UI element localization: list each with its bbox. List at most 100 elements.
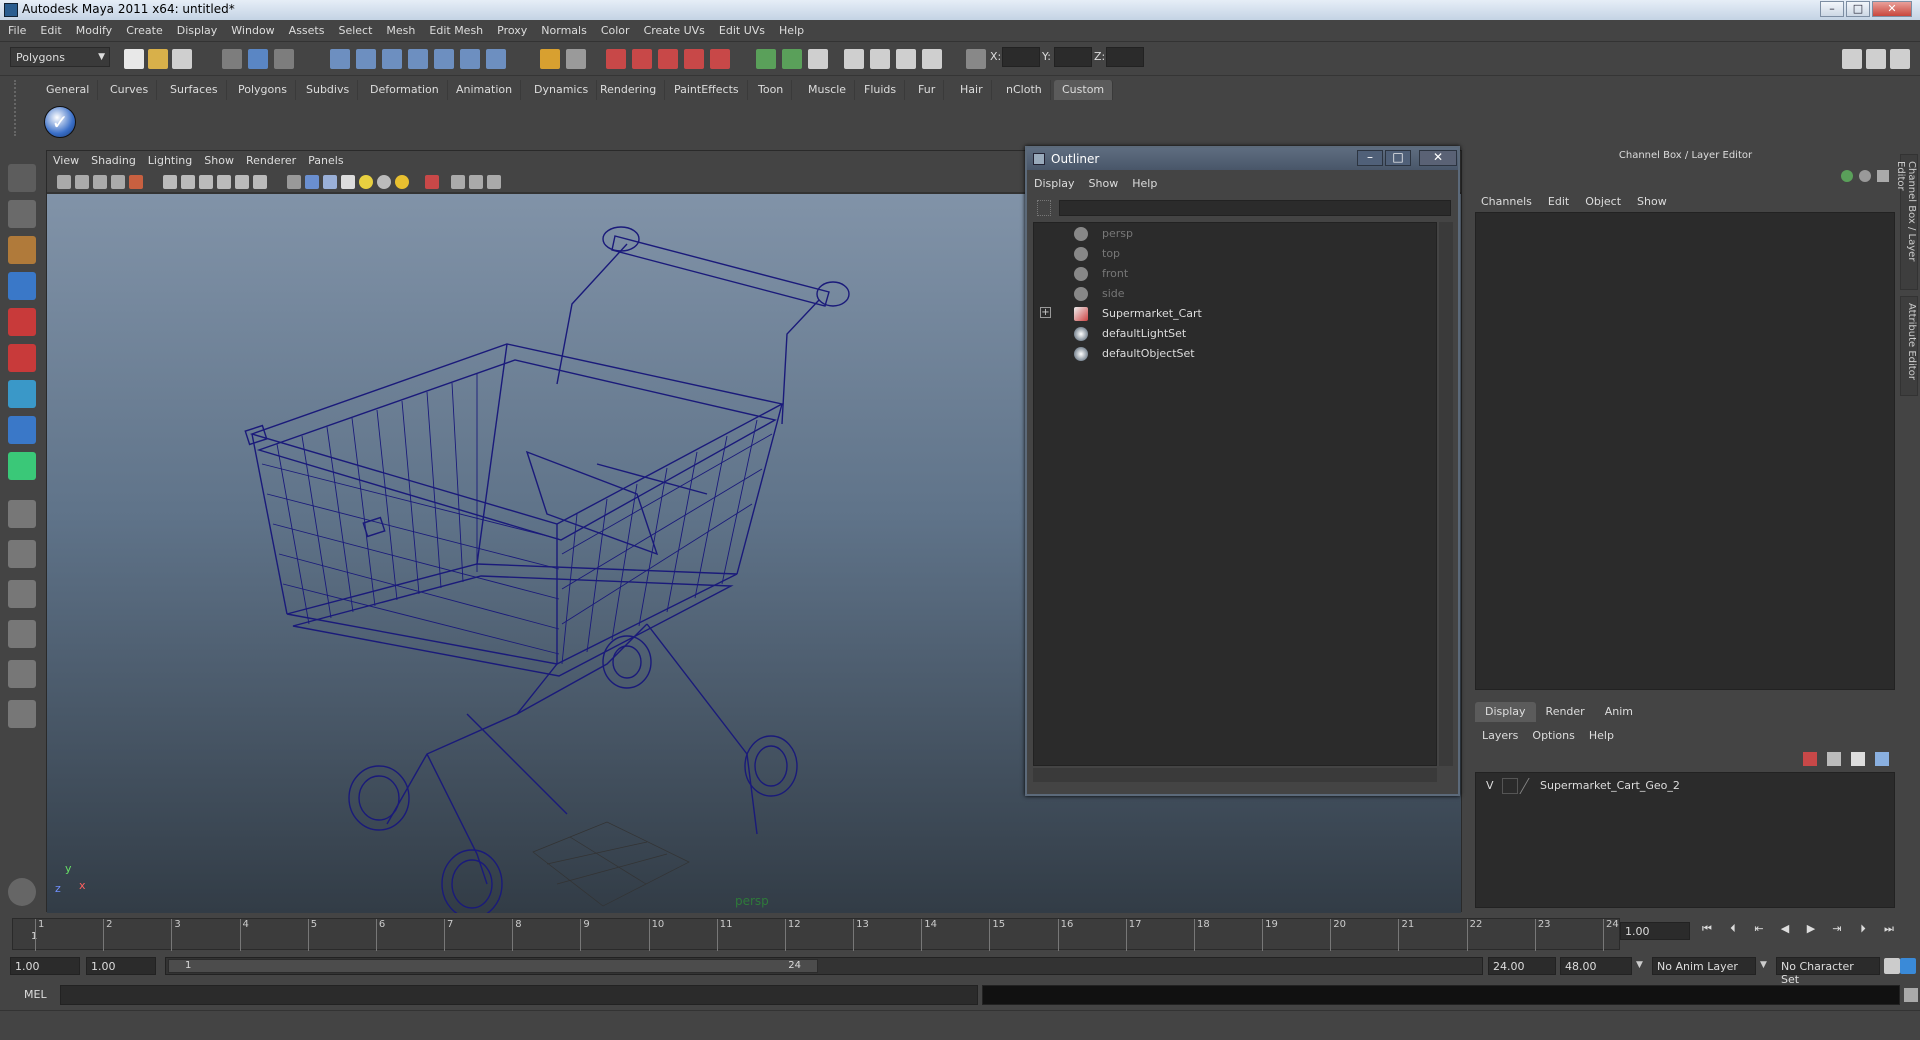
menu-help[interactable]: Help bbox=[772, 20, 811, 37]
shadows-icon[interactable] bbox=[395, 175, 409, 189]
layout-outliner-persp-icon[interactable] bbox=[8, 580, 36, 608]
make-live-icon[interactable] bbox=[434, 49, 454, 69]
command-language-label[interactable]: MEL bbox=[24, 988, 47, 1001]
xray-icon[interactable] bbox=[451, 175, 465, 189]
channel-box-area[interactable] bbox=[1475, 212, 1895, 690]
shelf-tab-muscle[interactable]: Muscle bbox=[800, 80, 856, 100]
cb-menu-object[interactable]: Object bbox=[1577, 192, 1629, 208]
outliner-filter-input[interactable] bbox=[1059, 200, 1451, 216]
menu-window[interactable]: Window bbox=[224, 20, 281, 37]
menu-select[interactable]: Select bbox=[331, 20, 379, 37]
side-tab-channel-box[interactable]: Channel Box / Layer Editor bbox=[1895, 154, 1918, 290]
outliner-vertical-scrollbar[interactable] bbox=[1439, 222, 1453, 766]
command-input[interactable] bbox=[60, 985, 978, 1005]
hypershade-icon[interactable] bbox=[684, 49, 704, 69]
step-forward-frame-icon[interactable]: ⏵ bbox=[1854, 922, 1872, 940]
textured-icon[interactable] bbox=[341, 175, 355, 189]
outliner-item-default-object-set[interactable]: defaultObjectSet bbox=[1074, 345, 1374, 363]
rotate-tool-icon[interactable] bbox=[8, 308, 36, 336]
outliner-item-side[interactable]: side bbox=[1074, 285, 1374, 303]
play-forwards-icon[interactable]: ▶ bbox=[1802, 922, 1820, 940]
channel-box-pin-icon[interactable] bbox=[1877, 170, 1889, 182]
shelf-tab-toon[interactable]: Toon bbox=[750, 80, 793, 100]
outliner-maximize-button[interactable]: □ bbox=[1385, 150, 1411, 166]
soft-mod-tool-icon[interactable] bbox=[8, 416, 36, 444]
xray-components-icon[interactable] bbox=[487, 175, 501, 189]
maximize-button[interactable]: □ bbox=[1846, 1, 1870, 17]
outliner-menu-show[interactable]: Show bbox=[1082, 174, 1126, 190]
channel-box-toggle-icon[interactable] bbox=[1841, 170, 1853, 182]
layer-template-toggle[interactable] bbox=[1502, 778, 1518, 794]
graph-editor-icon[interactable] bbox=[922, 49, 942, 69]
snap-curve-icon[interactable] bbox=[356, 49, 376, 69]
field-chart-icon[interactable] bbox=[217, 175, 231, 189]
vp-menu-renderer[interactable]: Renderer bbox=[240, 151, 302, 167]
menu-set-select[interactable]: Polygons ▼ bbox=[10, 47, 110, 67]
lock-icon[interactable] bbox=[540, 49, 560, 69]
shelf-tab-polygons[interactable]: Polygons bbox=[230, 80, 296, 100]
lasso-tool-icon[interactable] bbox=[8, 200, 36, 228]
outliner-titlebar[interactable]: Outliner – □ ✕ bbox=[1027, 148, 1458, 170]
shelf-tab-dynamics[interactable]: Dynamics bbox=[526, 80, 598, 100]
new-layer-selected-icon[interactable] bbox=[1803, 752, 1817, 766]
input-mode-icon[interactable] bbox=[782, 49, 802, 69]
chevron-down-icon[interactable]: ▼ bbox=[1636, 960, 1643, 970]
menu-proxy[interactable]: Proxy bbox=[490, 20, 534, 37]
range-handle[interactable]: 1 24 bbox=[168, 959, 818, 973]
selection-mask-icon[interactable] bbox=[566, 49, 586, 69]
step-back-frame-icon[interactable]: ⏴ bbox=[1724, 922, 1742, 940]
shelf-tab-fur[interactable]: Fur bbox=[910, 80, 945, 100]
auto-key-icon[interactable] bbox=[1884, 958, 1900, 974]
select-camera-icon[interactable] bbox=[57, 175, 71, 189]
wireframe-icon[interactable] bbox=[287, 175, 301, 189]
move-layer-down-icon[interactable] bbox=[1875, 752, 1889, 766]
layer-menu-layers[interactable]: Layers bbox=[1475, 726, 1525, 742]
select-hierarchy-icon[interactable] bbox=[222, 49, 242, 69]
menu-display[interactable]: Display bbox=[170, 20, 225, 37]
cb-menu-show[interactable]: Show bbox=[1629, 192, 1675, 208]
playback-end-field[interactable]: 24.00 bbox=[1488, 957, 1556, 975]
minimize-button[interactable]: – bbox=[1820, 1, 1844, 17]
bookmark-icon[interactable] bbox=[93, 175, 107, 189]
select-tool-icon[interactable] bbox=[8, 164, 36, 192]
shelf-tab-ncloth[interactable]: nCloth bbox=[998, 80, 1051, 100]
checkmark-icon[interactable]: ✓ bbox=[44, 106, 76, 138]
render-view-icon[interactable] bbox=[710, 49, 730, 69]
toggle-tool-settings-icon[interactable] bbox=[1842, 49, 1862, 69]
layout-single-icon[interactable] bbox=[8, 500, 36, 528]
script-editor-icon[interactable] bbox=[1904, 988, 1918, 1002]
snap-grid-icon[interactable] bbox=[330, 49, 350, 69]
expand-icon[interactable]: + bbox=[1040, 307, 1051, 318]
animation-preferences-icon[interactable] bbox=[1900, 958, 1916, 974]
y-field[interactable] bbox=[1054, 47, 1092, 67]
transform-field-icon[interactable] bbox=[966, 49, 986, 69]
outliner-item-supermarket-cart[interactable]: Supermarket_Cart bbox=[1074, 305, 1374, 323]
range-slider[interactable]: 1 24 bbox=[165, 957, 1483, 975]
layout-icon[interactable] bbox=[808, 49, 828, 69]
shelf-tab-curves[interactable]: Curves bbox=[102, 80, 158, 100]
gate-mask-icon[interactable] bbox=[199, 175, 213, 189]
move-tool-icon[interactable] bbox=[8, 272, 36, 300]
vp-menu-view[interactable]: View bbox=[47, 151, 85, 167]
x-field[interactable] bbox=[1002, 47, 1040, 67]
shelf-tab-surfaces[interactable]: Surfaces bbox=[162, 80, 227, 100]
film-gate-icon[interactable] bbox=[129, 175, 143, 189]
layout-custom-icon[interactable] bbox=[8, 700, 36, 728]
default-light-icon[interactable] bbox=[359, 175, 373, 189]
menu-assets[interactable]: Assets bbox=[282, 20, 332, 37]
attribute-editor-icon[interactable] bbox=[870, 49, 890, 69]
menu-create[interactable]: Create bbox=[119, 20, 170, 37]
close-button[interactable]: ✕ bbox=[1872, 1, 1912, 17]
shelf-tab-fluids[interactable]: Fluids bbox=[856, 80, 906, 100]
safe-title-icon[interactable] bbox=[253, 175, 267, 189]
current-frame-field[interactable]: 1.00 bbox=[1620, 922, 1690, 940]
shelf-tab-rendering[interactable]: Rendering bbox=[592, 80, 666, 100]
outliner-horizontal-scrollbar[interactable] bbox=[1033, 768, 1437, 782]
menu-edit-uvs[interactable]: Edit UVs bbox=[712, 20, 772, 37]
layout-hypershade-icon[interactable] bbox=[8, 660, 36, 688]
filter-toggle-icon[interactable] bbox=[1037, 200, 1051, 216]
shelf-tab-subdivs[interactable]: Subdivs bbox=[298, 80, 359, 100]
go-to-start-icon[interactable]: ⏮ bbox=[1698, 922, 1716, 940]
render-icon[interactable] bbox=[606, 49, 626, 69]
isolate-select-icon[interactable] bbox=[425, 175, 439, 189]
